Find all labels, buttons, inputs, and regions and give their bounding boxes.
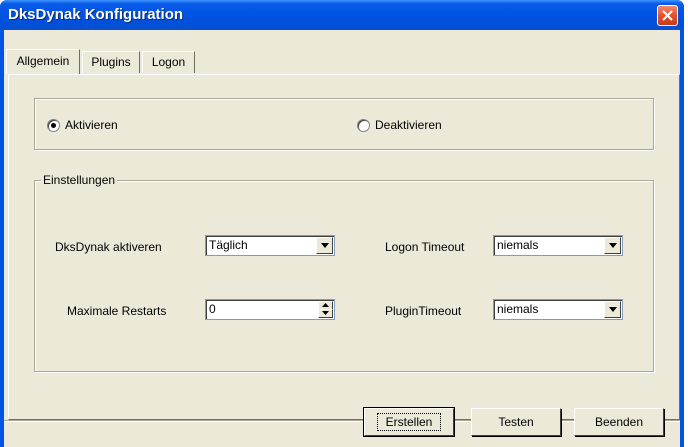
tab-allgemein[interactable]: Allgemein <box>6 49 80 74</box>
spinner-buttons <box>318 301 333 318</box>
chevron-down-icon <box>609 243 617 248</box>
dialog-window: DksDynak Konfiguration Allgemein Plugins… <box>0 0 684 447</box>
plugin-timeout-select[interactable]: niemals <box>493 299 623 320</box>
tab-logon[interactable]: Logon <box>142 51 195 73</box>
tab-panel-allgemein: Aktivieren Deaktivieren Einstellungen Dk… <box>8 74 680 420</box>
window-title: DksDynak Konfiguration <box>8 6 184 23</box>
quit-button-label: Beenden <box>594 415 644 429</box>
radio-aktivieren[interactable]: Aktivieren <box>47 118 118 132</box>
create-button[interactable]: Erstellen <box>363 407 455 437</box>
dksdynak-label: DksDynak aktiveren <box>55 240 162 254</box>
max-restarts-label: Maximale Restarts <box>67 304 167 318</box>
plugin-timeout-value: niemals <box>497 302 539 316</box>
tab-plugins[interactable]: Plugins <box>82 51 140 73</box>
activation-group: Aktivieren Deaktivieren <box>34 98 654 150</box>
plugin-timeout-dropdown-button[interactable] <box>604 301 621 318</box>
arrow-down-icon <box>322 311 329 315</box>
settings-group: Einstellungen DksDynak aktiveren Täglich… <box>34 173 654 372</box>
radio-aktivieren-circle[interactable] <box>47 118 60 132</box>
chevron-down-icon <box>321 243 329 248</box>
dksdynak-dropdown-button[interactable] <box>316 237 333 254</box>
test-button-label: Testen <box>498 415 534 429</box>
chevron-down-icon <box>609 307 617 312</box>
settings-legend: Einstellungen <box>41 173 118 187</box>
radio-deaktivieren[interactable]: Deaktivieren <box>357 118 442 132</box>
radio-deaktivieren-label: Deaktivieren <box>375 118 442 132</box>
quit-button[interactable]: Beenden <box>574 408 664 436</box>
dialog-client: Allgemein Plugins Logon Aktivieren Deakt… <box>4 30 680 447</box>
max-restarts-value: 0 <box>209 302 216 316</box>
close-button[interactable] <box>657 5 678 26</box>
dksdynak-value: Täglich <box>209 238 248 252</box>
logon-timeout-label: Logon Timeout <box>385 240 465 254</box>
dksdynak-select[interactable]: Täglich <box>205 235 335 256</box>
logon-timeout-value: niemals <box>497 238 539 252</box>
create-button-label: Erstellen <box>376 413 442 431</box>
spin-down-button[interactable] <box>318 309 333 318</box>
radio-aktivieren-label: Aktivieren <box>65 118 118 132</box>
plugin-timeout-label: PluginTimeout <box>385 304 462 318</box>
radio-deaktivieren-circle[interactable] <box>357 118 370 132</box>
arrow-up-icon <box>322 303 329 307</box>
logon-timeout-select[interactable]: niemals <box>493 235 623 256</box>
test-button[interactable]: Testen <box>471 408 561 436</box>
close-icon <box>662 10 673 21</box>
max-restarts-spinner[interactable]: 0 <box>205 299 335 320</box>
title-bar[interactable]: DksDynak Konfiguration <box>0 0 684 30</box>
radio-selected-dot <box>51 122 56 128</box>
logon-timeout-dropdown-button[interactable] <box>604 237 621 254</box>
